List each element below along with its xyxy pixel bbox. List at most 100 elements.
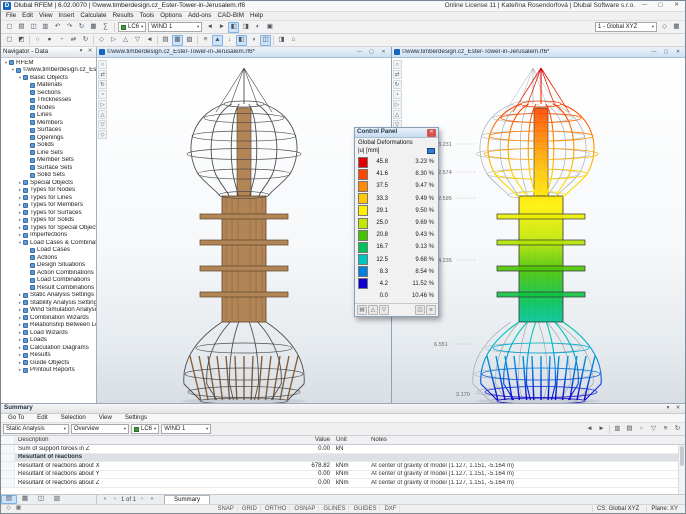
summary-menu-selection[interactable]: Selection — [58, 415, 89, 421]
menu-edit[interactable]: Edit — [19, 13, 36, 19]
tree-item[interactable]: Action Combinations — [1, 269, 96, 277]
viewport-restore-icon[interactable]: ▢ — [661, 50, 671, 55]
menu-results[interactable]: Results — [110, 13, 137, 19]
tree-item[interactable]: ▸Types for Members — [1, 202, 96, 210]
pan-icon[interactable]: ⇄ — [393, 70, 402, 79]
panel-settings-icon[interactable]: ≡ — [426, 305, 436, 315]
coordinate-system-indicator[interactable]: CS: Global XYZ — [592, 506, 643, 512]
search-icon[interactable]: ○ — [636, 424, 647, 435]
show-results-icon[interactable]: ◧ — [228, 22, 239, 33]
control-panel-title-bar[interactable]: Control Panel ✕ — [355, 128, 438, 138]
summary-menu-settings[interactable]: Settings — [122, 415, 150, 421]
tree-item[interactable]: Lines — [1, 112, 96, 120]
result-values-icon[interactable]: ◨ — [240, 22, 251, 33]
pan-icon[interactable]: ⇄ — [68, 35, 79, 46]
tree-item[interactable]: ▸Types for Lines — [1, 194, 96, 202]
tree-item[interactable]: ▸Load Wizards — [1, 329, 96, 337]
tree-item[interactable]: Solids — [1, 142, 96, 150]
zoom-out-icon[interactable]: ● — [44, 35, 55, 46]
show-supports-icon[interactable]: ▲ — [212, 35, 223, 46]
pin-icon[interactable]: ▾ — [77, 49, 85, 55]
view-y-icon[interactable]: △ — [98, 110, 107, 119]
tree-item[interactable]: ▸Special Objects — [1, 179, 96, 187]
next-load-case-icon[interactable]: ► — [216, 22, 227, 33]
tree-item[interactable]: Line Sets — [1, 149, 96, 157]
tree-item[interactable]: Sections — [1, 89, 96, 97]
tree-item[interactable]: Load Combinations — [1, 277, 96, 285]
viewport-minimize-icon[interactable]: — — [649, 50, 659, 55]
table-row[interactable]: Resultant of reactions about Z0.00kNmAt … — [1, 479, 685, 488]
table-view-combo[interactable]: Overview ▾ — [71, 424, 129, 434]
open-file-icon[interactable]: ▤ — [16, 22, 27, 33]
previous-table-icon[interactable]: ◄ — [584, 424, 595, 435]
view-in-z-icon[interactable]: ▽ — [132, 35, 143, 46]
zoom-in-icon[interactable]: ○ — [32, 35, 43, 46]
pager-last-button[interactable]: » — [148, 496, 156, 504]
tree-item[interactable]: ▸Relationship Between Load Cases — [1, 322, 96, 330]
status-toggle-glines[interactable]: GLINES — [320, 506, 349, 512]
viewport-close-icon[interactable]: ✕ — [379, 50, 389, 55]
show-result-values-icon[interactable]: ◑ — [248, 35, 259, 46]
show-numbering-icon[interactable]: ≡ — [200, 35, 211, 46]
nav-tab-views-icon[interactable]: ◫ — [33, 495, 49, 504]
clipboard-icon[interactable]: ▣ — [264, 22, 275, 33]
previous-load-case-icon[interactable]: ◄ — [204, 22, 215, 33]
rotate-view-icon[interactable]: ↻ — [80, 35, 91, 46]
tree-item[interactable]: ▸Printout Reports — [1, 367, 96, 375]
tree-item[interactable]: ▸Stability Analysis Settings — [1, 299, 96, 307]
tree-item[interactable]: ▾Basic Objects — [1, 74, 96, 82]
zoom-all-icon[interactable]: ◔ — [393, 90, 402, 99]
display-factors-tab-icon[interactable]: △ — [368, 305, 378, 315]
summary-load-case-combo[interactable]: LC6 ▾ — [131, 424, 159, 434]
close-icon[interactable]: ✕ — [427, 129, 436, 137]
view-x-icon[interactable]: ▷ — [98, 100, 107, 109]
tree-item[interactable]: Members — [1, 119, 96, 127]
tree-item[interactable]: Surfaces — [1, 127, 96, 135]
rotate-view-icon[interactable]: ↻ — [98, 80, 107, 89]
display-wireframe-icon[interactable]: ▤ — [160, 35, 171, 46]
viewport-close-icon[interactable]: ✕ — [673, 50, 683, 55]
coordinate-system-combo[interactable]: 1 - Global XYZ ▾ — [595, 22, 657, 32]
tree-item[interactable]: ▸Wind Simulation Analysis Settings — [1, 307, 96, 315]
tree-item[interactable]: Solid Sets — [1, 172, 96, 180]
status-toggle-grid[interactable]: GRID — [239, 506, 261, 512]
load-case-combo[interactable]: LC6 ▾ — [118, 22, 146, 32]
tree-item[interactable]: ▸Types for Nodes — [1, 187, 96, 195]
display-transparent-icon[interactable]: ▧ — [184, 35, 195, 46]
summary-title-bar[interactable]: Summary ▾ ✕ — [1, 404, 685, 414]
maximize-button[interactable]: ▢ — [654, 3, 667, 9]
tree-item[interactable]: ▸Types for Surfaces — [1, 209, 96, 217]
dock-panel-icon[interactable]: ◫ — [415, 305, 425, 315]
redo-icon[interactable]: ↷ — [64, 22, 75, 33]
menu-tools[interactable]: Tools — [137, 13, 158, 19]
view-in-y-icon[interactable]: △ — [120, 35, 131, 46]
tree-item[interactable]: Thicknesses — [1, 97, 96, 105]
menu-insert[interactable]: Insert — [56, 13, 78, 19]
grid-settings-icon[interactable]: ▦ — [14, 505, 23, 513]
tree-item[interactable]: ▸Calculation Diagrams — [1, 344, 96, 352]
tree-item[interactable]: ▾©www.timberdesign.cz_Ester-Tower-in-Jer… — [1, 67, 96, 75]
menu-file[interactable]: File — [3, 13, 19, 19]
nav-tab-data-icon[interactable]: ▤ — [1, 495, 17, 504]
tree-item[interactable]: Actions — [1, 254, 96, 262]
user-coordinate-system-icon[interactable]: ⌂ — [288, 35, 299, 46]
summary-menu-edit[interactable]: Edit — [34, 415, 51, 421]
snap-grid-icon[interactable]: ▦ — [671, 22, 682, 33]
calculate-all-icon[interactable]: ∑ — [100, 22, 111, 33]
menu-cad-bim[interactable]: CAD-BIM — [214, 13, 247, 19]
viewport-1-title-bar[interactable]: ©www.timberdesign.cz_Ester-Tower-in-Jeru… — [97, 47, 391, 58]
minimize-button[interactable]: — — [638, 3, 651, 9]
status-toggle-osnap[interactable]: OSNAP — [291, 506, 319, 512]
print-table-icon[interactable]: ▥ — [612, 424, 623, 435]
previous-view-icon[interactable]: ◄ — [144, 35, 155, 46]
view-y-icon[interactable]: △ — [393, 110, 402, 119]
pager-next-button[interactable]: › — [138, 496, 146, 504]
scrollbar-thumb[interactable] — [680, 446, 684, 466]
view-in-x-icon[interactable]: ▷ — [108, 35, 119, 46]
analysis-type-combo[interactable]: Static Analysis ▾ — [3, 424, 69, 434]
rotate-view-icon[interactable]: ↻ — [393, 80, 402, 89]
work-plane-indicator[interactable]: Plane: XY — [646, 506, 682, 512]
tree-item[interactable]: ▾RFEM — [1, 59, 96, 67]
tree-item[interactable]: Result Combinations — [1, 284, 96, 292]
tree-item[interactable]: ▸Results — [1, 352, 96, 360]
